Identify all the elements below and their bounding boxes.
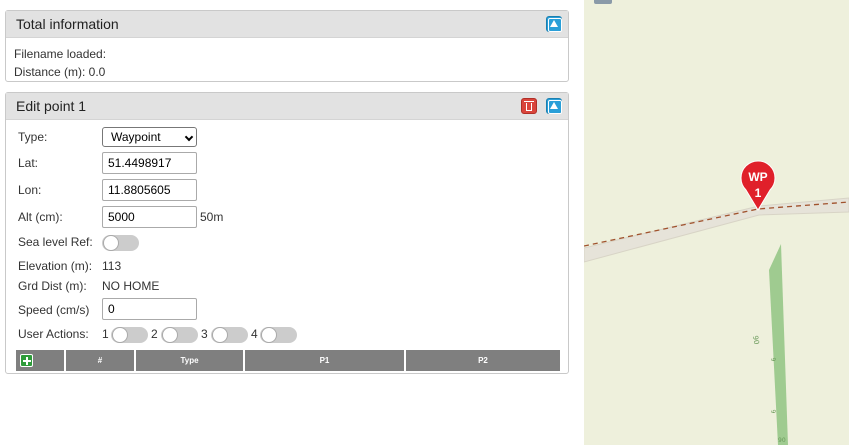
edit-point-panel: Edit point 1 Type: Waypoint Lat: Lon: Al… [5, 92, 569, 374]
map-label: 9 [769, 409, 777, 414]
user-action-1-label: 1 [102, 327, 109, 341]
column-header-number: # [66, 350, 136, 371]
user-action-2-label: 2 [151, 327, 158, 341]
delete-icon[interactable] [521, 98, 537, 114]
collapse-icon[interactable] [546, 98, 562, 114]
user-action-3-toggle[interactable] [211, 327, 248, 343]
user-action-1-toggle[interactable] [111, 327, 148, 343]
column-header-type: Type [136, 350, 245, 371]
column-header-p1: P1 [245, 350, 406, 371]
lat-label: Lat: [18, 156, 39, 170]
collapse-icon[interactable] [546, 16, 562, 32]
sea-level-label: Sea level Ref: [18, 235, 93, 249]
add-icon[interactable] [20, 354, 33, 367]
waypoint-marker[interactable]: WP 1 [740, 160, 776, 211]
alt-label: Alt (cm): [18, 210, 63, 224]
user-actions-label: User Actions: [18, 327, 89, 341]
column-header-p2: P2 [478, 356, 488, 365]
grd-dist-value: NO HOME [102, 279, 160, 293]
add-waypoint-cell [16, 350, 66, 371]
total-information-panel: Total information Filename loaded: Dista… [5, 10, 569, 82]
green-strip [769, 244, 788, 445]
type-select-value: Waypoint [111, 130, 161, 144]
elevation-label: Elevation (m): [18, 259, 93, 273]
waypoint-marker-label: WP [748, 170, 767, 184]
user-action-3-label: 3 [201, 327, 208, 341]
filename-loaded: Filename loaded: [14, 47, 107, 61]
panel-header: Edit point 1 [6, 93, 568, 120]
map-label: 90 [751, 335, 760, 345]
waypoint-marker-number: 1 [755, 186, 762, 200]
grd-dist-label: Grd Dist (m): [18, 279, 87, 293]
sea-level-toggle[interactable] [102, 235, 139, 251]
panel-header: Total information [6, 11, 568, 38]
elevation-value: 113 [102, 259, 122, 273]
distance-info: Distance (m): 0.0 [14, 65, 106, 79]
user-action-4-toggle[interactable] [260, 327, 297, 343]
map-canvas: 90 9 9 90 WP 1 [584, 160, 849, 445]
user-action-4-label: 4 [251, 327, 258, 341]
type-label: Type: [18, 130, 48, 144]
chevron-down-icon [184, 132, 194, 142]
type-select[interactable]: Waypoint [102, 127, 197, 147]
waypoint-table-header: # Type P1 P2 [16, 350, 560, 371]
speed-label: Speed (cm/s) [18, 303, 90, 317]
lon-label: Lon: [18, 183, 42, 197]
map-label: 90 [778, 437, 786, 444]
user-action-2-toggle[interactable] [161, 327, 198, 343]
alt-unit-label: 50m [200, 210, 224, 224]
panel-title: Edit point 1 [16, 98, 87, 114]
mission-sidebar: Total information Filename loaded: Dista… [0, 0, 584, 445]
road [584, 197, 849, 263]
map-view[interactable]: 90 9 9 90 WP 1 [584, 0, 849, 445]
alt-input[interactable] [102, 206, 197, 228]
speed-input[interactable] [102, 298, 197, 320]
lat-input[interactable] [102, 152, 197, 174]
panel-title: Total information [16, 16, 119, 32]
lon-input[interactable] [102, 179, 197, 201]
